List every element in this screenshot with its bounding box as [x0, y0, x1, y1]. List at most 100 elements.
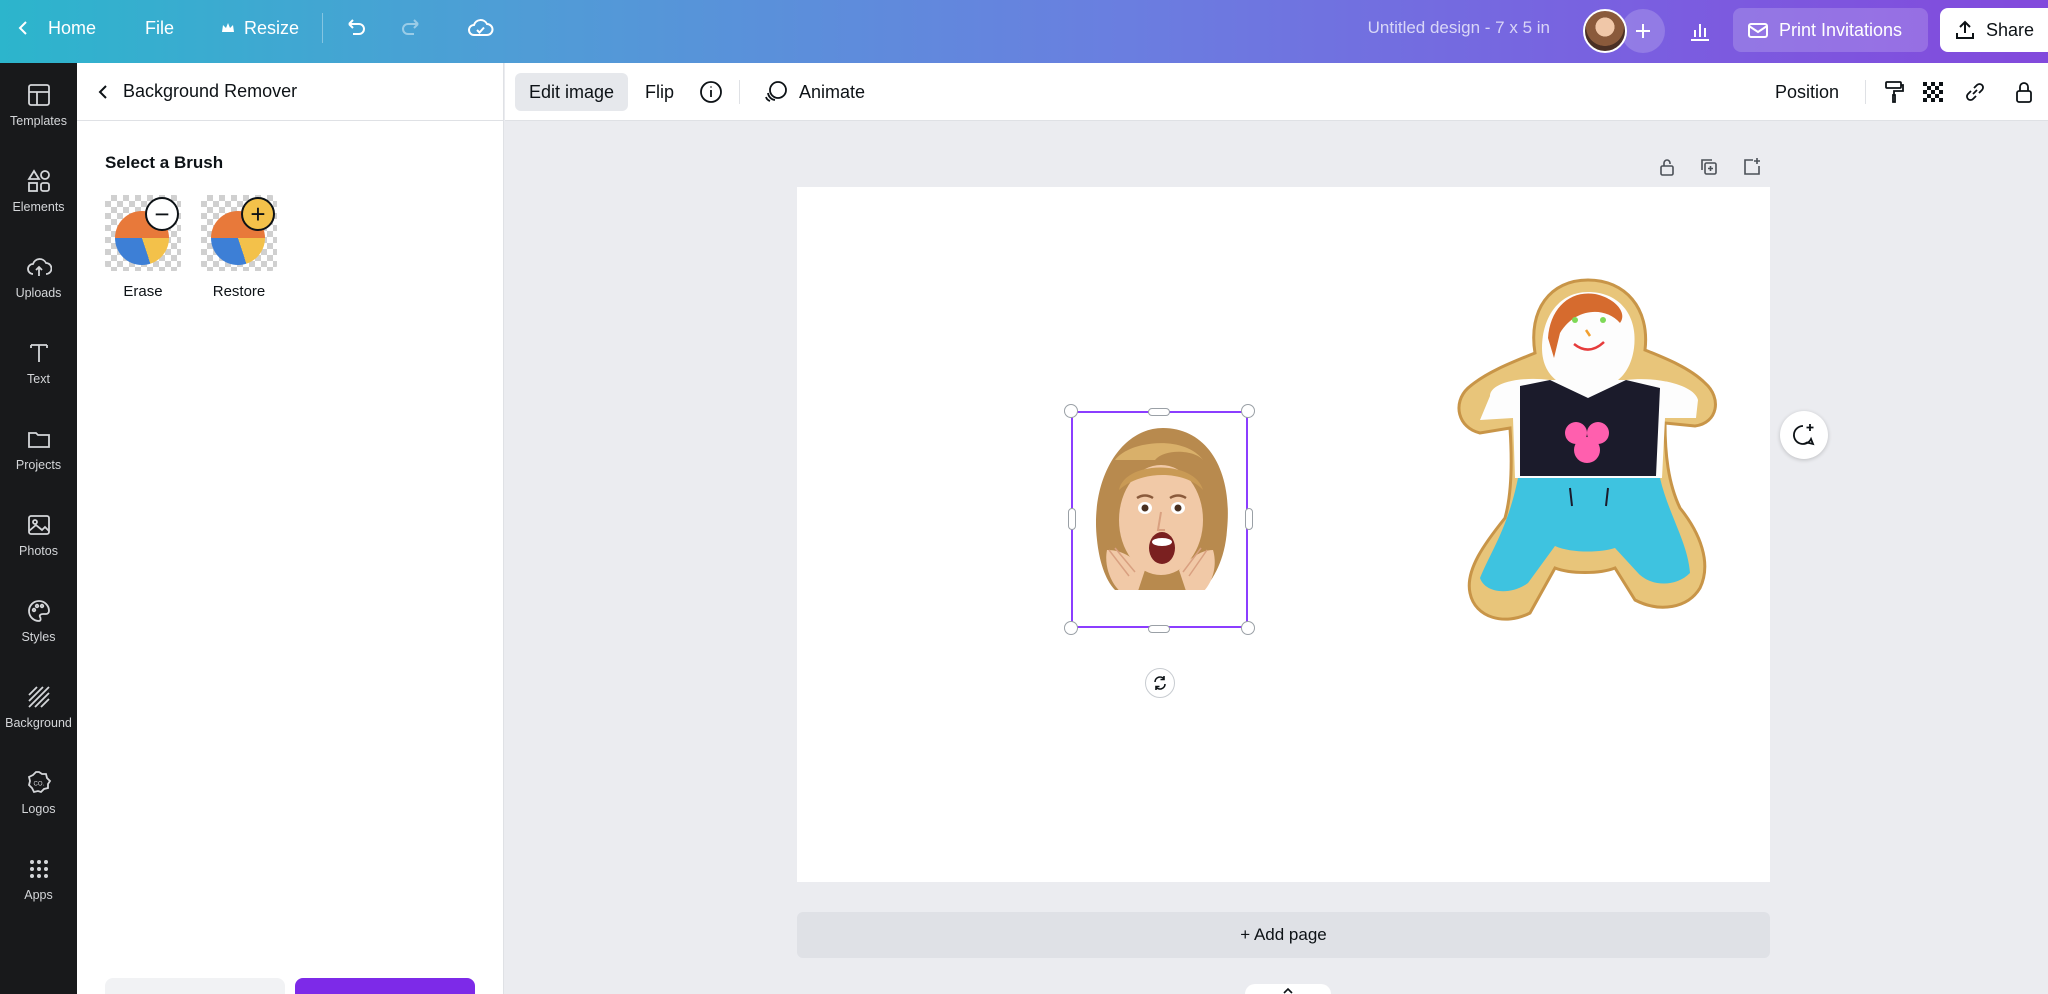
rail-item-styles[interactable]: Styles [0, 581, 77, 661]
rail-item-elements[interactable]: Elements [0, 151, 77, 231]
rail-item-background[interactable]: Background [0, 667, 77, 747]
elements-icon [26, 169, 50, 192]
link-button[interactable] [1956, 73, 1994, 111]
rail-label-logos: Logos [21, 802, 56, 816]
bar-chart-icon [1691, 24, 1709, 41]
restore-brush[interactable]: + Restore [201, 195, 277, 300]
add-comment-button[interactable] [1780, 411, 1828, 459]
unlock-icon [1660, 159, 1674, 176]
rotate-handle[interactable] [1145, 668, 1175, 698]
rail-item-photos[interactable]: Photos [0, 495, 77, 575]
chevron-up-icon [1283, 987, 1293, 994]
resize-handle-top[interactable] [1148, 408, 1170, 416]
rail-item-projects[interactable]: Projects [0, 409, 77, 489]
file-menu-button[interactable]: File [145, 0, 174, 56]
resize-handle-top-right[interactable] [1241, 404, 1255, 418]
lock-icon [2016, 82, 2032, 103]
panel-title: Background Remover [123, 81, 298, 101]
print-invitations-button[interactable]: Print Invitations [1733, 8, 1928, 52]
transparency-button[interactable] [1914, 73, 1952, 111]
erase-brush[interactable]: − Erase [105, 195, 181, 300]
add-page-icon [1744, 158, 1760, 175]
duplicate-icon [1701, 159, 1717, 175]
background-pattern-icon [27, 686, 50, 708]
redo-button[interactable] [398, 0, 424, 56]
gingerbread-cookie-image[interactable] [1450, 278, 1725, 628]
transparency-checker-icon [1923, 82, 1943, 102]
redo-icon [402, 19, 419, 35]
divider [322, 13, 323, 43]
panel-back-button[interactable]: Background Remover [77, 63, 504, 121]
divider [1865, 80, 1866, 104]
divider [739, 80, 740, 104]
cloud-upload-icon [26, 258, 52, 276]
undo-icon [348, 19, 365, 35]
add-page-icon-button[interactable] [1735, 150, 1769, 184]
animate-button[interactable]: Animate [749, 73, 879, 111]
minus-icon: − [145, 197, 179, 231]
rail-label-templates: Templates [10, 114, 67, 128]
context-toolbar: Edit image Flip Animate Position [505, 63, 2048, 121]
share-upload-icon [1956, 20, 1974, 39]
section-title: Select a Brush [105, 153, 224, 172]
info-icon [700, 81, 722, 103]
plus-icon [1636, 24, 1650, 38]
document-title[interactable]: Untitled design - 7 x 5 in [1330, 0, 1550, 56]
share-label: Share [1986, 19, 2035, 40]
rail-item-templates[interactable]: Templates [0, 65, 77, 145]
save-status-button[interactable] [466, 0, 494, 56]
crown-icon [222, 23, 234, 32]
home-button[interactable]: Home [14, 0, 96, 56]
lock-button[interactable] [2005, 73, 2043, 111]
comment-add-icon [1793, 424, 1815, 446]
logo-badge-icon: CO. [27, 771, 51, 794]
rail-label-background: Background [5, 716, 72, 730]
undo-button[interactable] [343, 0, 369, 56]
resize-handle-bottom[interactable] [1148, 625, 1170, 633]
palette-icon [27, 600, 50, 622]
panel-secondary-button[interactable] [105, 978, 285, 994]
add-collaborator-button[interactable] [1621, 9, 1665, 53]
animate-label: Animate [799, 81, 866, 102]
erase-label: Erase [123, 283, 163, 300]
add-page-button[interactable]: + Add page [797, 912, 1770, 958]
background-remover-panel: Background Remover Select a Brush − Eras… [77, 63, 504, 994]
share-button[interactable]: Share [1940, 8, 2048, 52]
chevron-left-icon [98, 84, 107, 99]
resize-handle-left[interactable] [1068, 508, 1076, 530]
chevron-left-icon [18, 21, 27, 35]
resize-handle-bottom-left[interactable] [1064, 621, 1078, 635]
top-bar: Home File Resize Untitled design - 7 x 5… [0, 0, 2048, 63]
rotate-icon [1154, 676, 1166, 690]
flip-button[interactable]: Flip [631, 73, 688, 111]
resize-button[interactable]: Resize [220, 0, 299, 56]
rail-label-photos: Photos [19, 544, 58, 558]
paint-roller-icon [1885, 81, 1904, 103]
pages-drawer-toggle[interactable] [1245, 984, 1331, 994]
copy-style-button[interactable] [1875, 73, 1913, 111]
rail-label-styles: Styles [21, 630, 56, 644]
selection-frame [1071, 411, 1248, 628]
info-button[interactable] [692, 73, 730, 111]
erase-brush-thumbnail: − [105, 195, 181, 271]
rail-item-text[interactable]: Text [0, 323, 77, 403]
resize-handle-top-left[interactable] [1064, 404, 1078, 418]
edit-image-button[interactable]: Edit image [515, 73, 629, 111]
rail-item-uploads[interactable]: Uploads [0, 237, 77, 317]
position-button[interactable]: Position [1761, 73, 1853, 111]
rail-item-logos[interactable]: CO. Logos [0, 753, 77, 833]
lock-page-button[interactable] [1650, 150, 1684, 184]
envelope-icon [1748, 23, 1768, 38]
animate-icon [765, 81, 787, 102]
insights-button[interactable] [1678, 9, 1722, 53]
panel-primary-button[interactable] [295, 978, 475, 994]
duplicate-page-button[interactable] [1692, 150, 1726, 184]
rail-label-apps: Apps [24, 888, 53, 902]
avatar[interactable] [1583, 9, 1627, 53]
print-invitations-label: Print Invitations [1779, 19, 1903, 40]
rail-item-apps[interactable]: Apps [0, 839, 77, 919]
resize-handle-right[interactable] [1245, 508, 1253, 530]
resize-label: Resize [244, 17, 300, 38]
folder-icon [27, 432, 50, 448]
resize-handle-bottom-right[interactable] [1241, 621, 1255, 635]
